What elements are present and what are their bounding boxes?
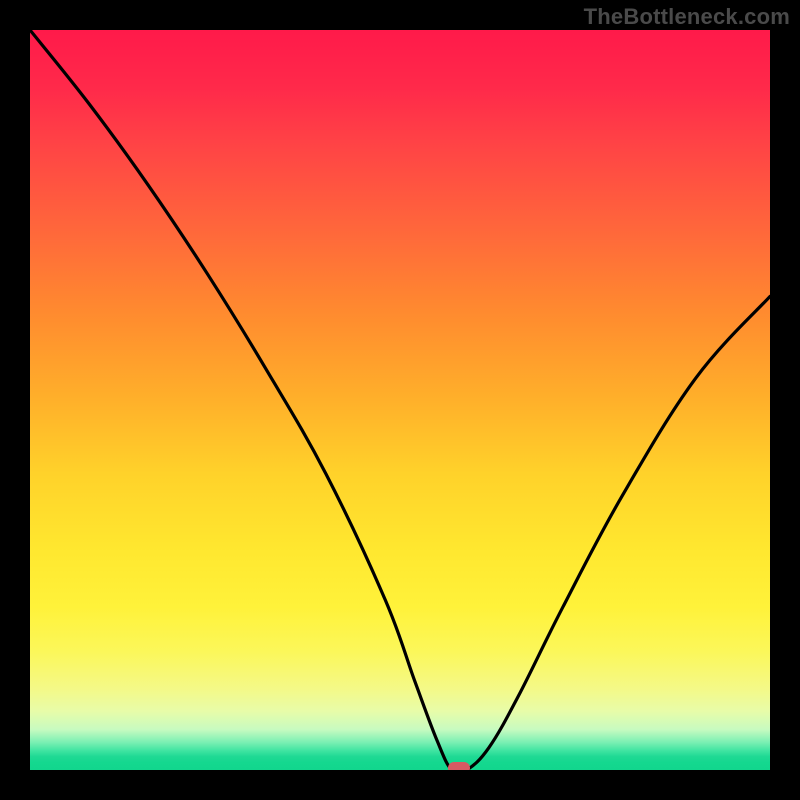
chart-frame: TheBottleneck.com bbox=[0, 0, 800, 800]
plot-area bbox=[30, 30, 770, 770]
optimal-point-marker bbox=[448, 762, 470, 770]
watermark-text: TheBottleneck.com bbox=[584, 4, 790, 30]
bottleneck-curve bbox=[30, 30, 770, 770]
